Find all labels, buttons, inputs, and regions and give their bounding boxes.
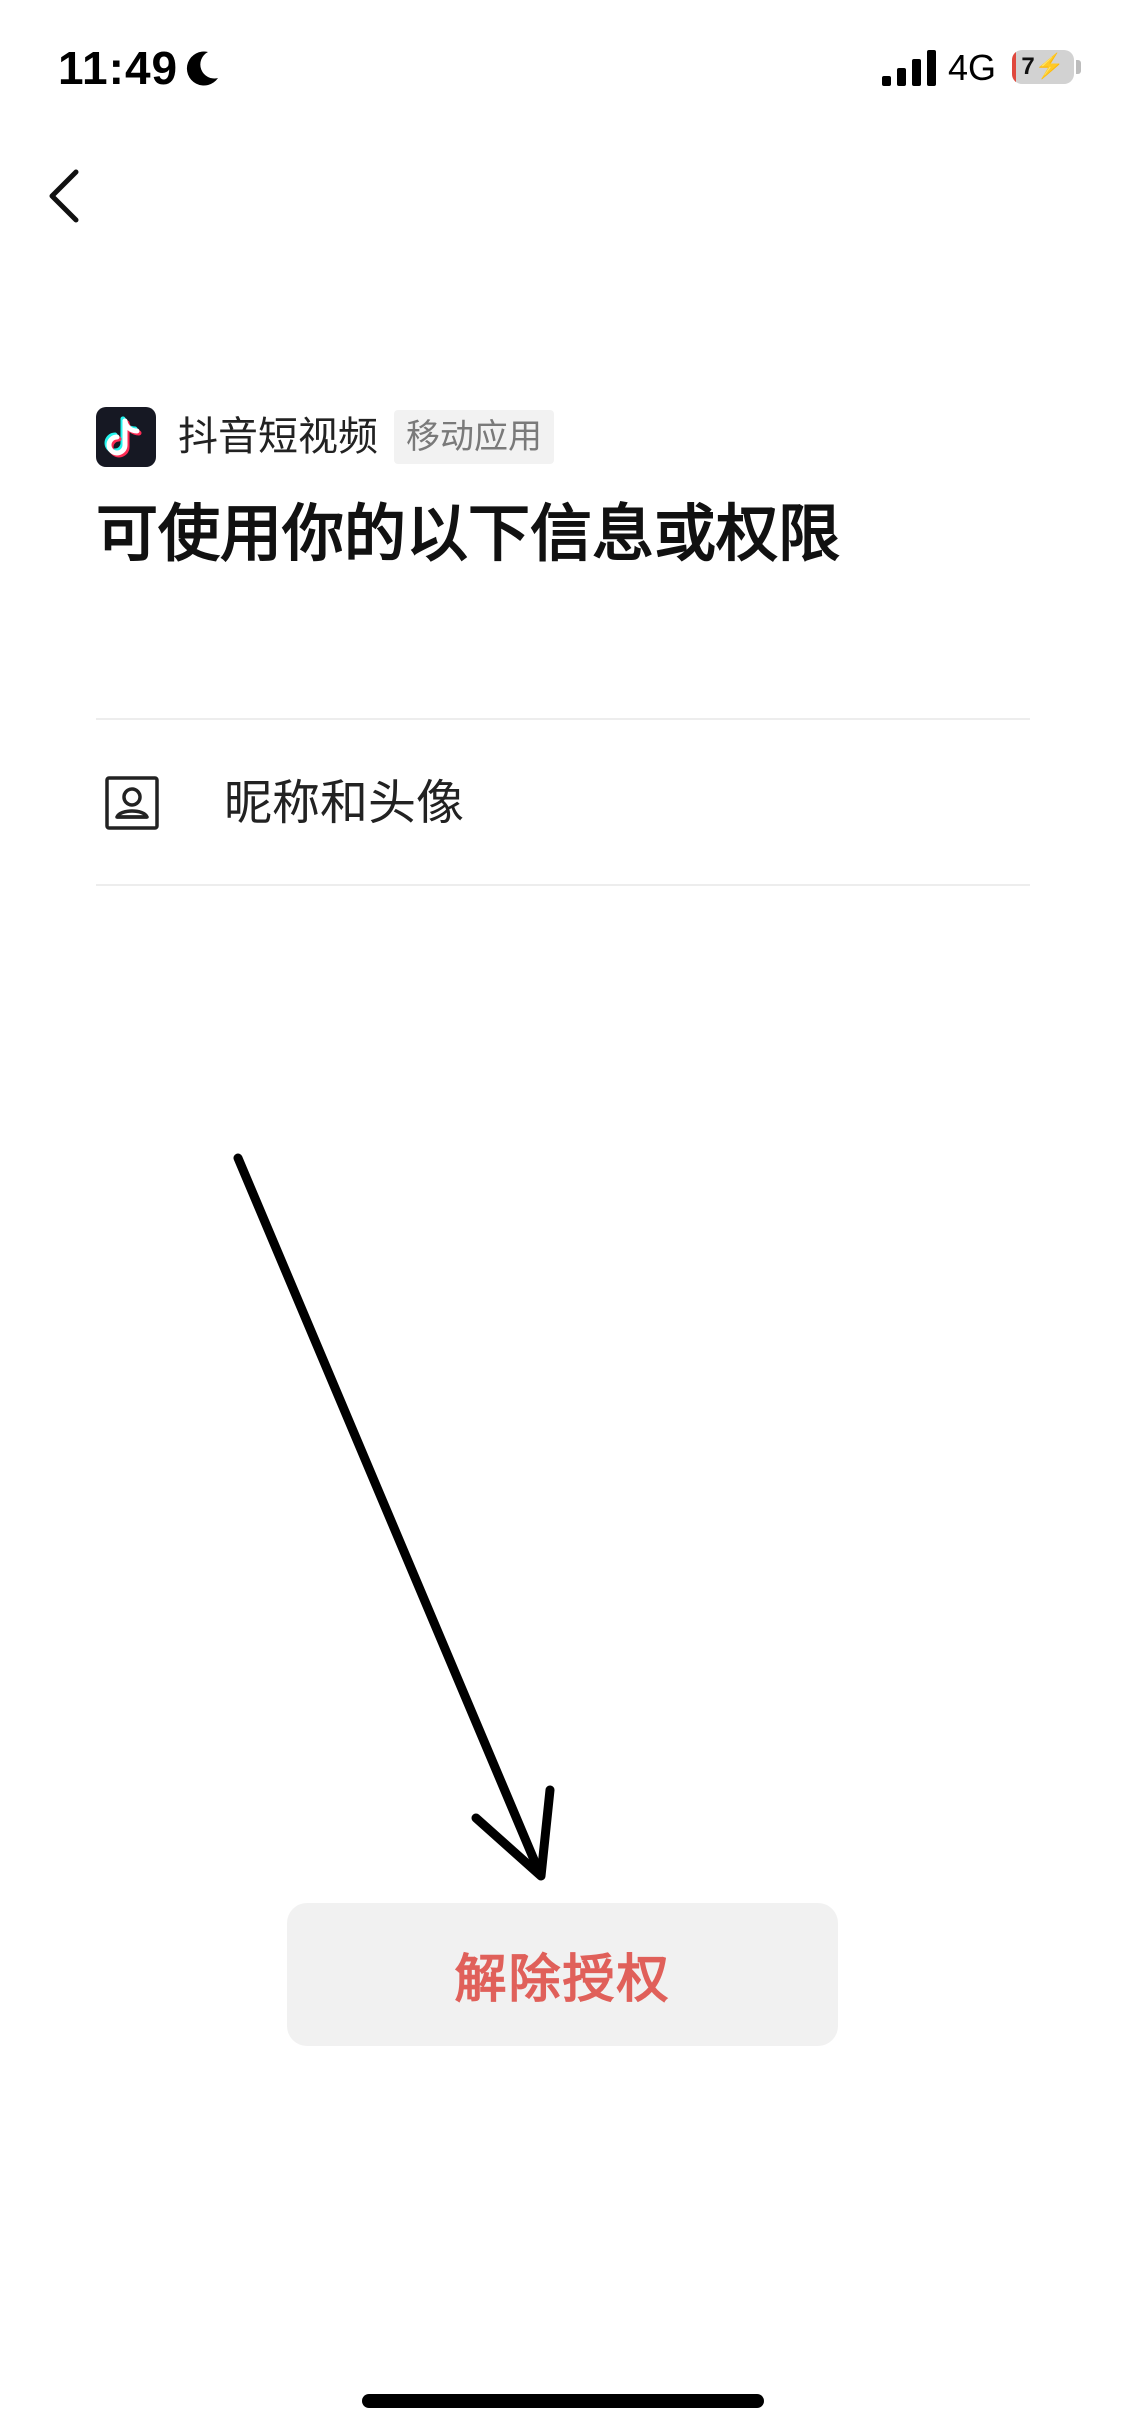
- chevron-left-icon: [49, 169, 79, 223]
- permission-item-nickname-avatar: 昵称和头像: [96, 720, 1030, 886]
- app-header: 抖音短视频 移动应用: [96, 406, 554, 468]
- profile-card-icon: [104, 775, 160, 831]
- battery-cap: [1076, 60, 1081, 74]
- status-time: 11:49: [58, 42, 179, 94]
- revoke-authorization-button[interactable]: 解除授权: [287, 1903, 838, 2046]
- page-title: 可使用你的以下信息或权限: [96, 497, 841, 570]
- battery-level-label: 7⚡: [1021, 53, 1065, 80]
- battery-icon: 7⚡: [1012, 50, 1074, 84]
- divider-bottom: [96, 884, 1030, 886]
- signal-icon: [882, 50, 938, 86]
- app-type-tag: 移动应用: [394, 410, 554, 464]
- revoke-authorization-label: 解除授权: [454, 1950, 671, 2010]
- back-button[interactable]: [36, 160, 96, 230]
- permission-label: 昵称和头像: [224, 775, 465, 831]
- home-indicator[interactable]: [362, 2394, 764, 2408]
- annotation-arrow-icon: [233, 1153, 555, 1881]
- douyin-logo-icon: [96, 407, 156, 467]
- moon-icon: [182, 48, 222, 88]
- status-bar: 11:49 4G 7⚡: [0, 0, 1125, 140]
- network-type: 4G: [948, 47, 997, 88]
- app-name: 抖音短视频: [178, 414, 378, 460]
